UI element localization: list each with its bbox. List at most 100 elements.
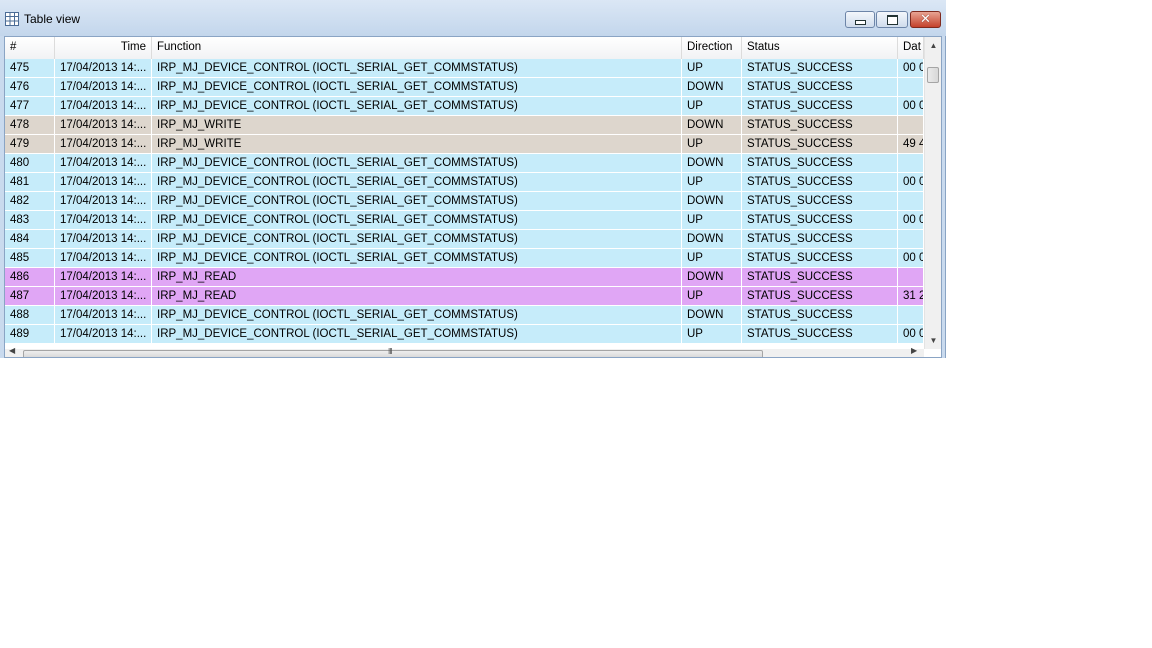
- cell-function: IRP_MJ_WRITE: [152, 116, 682, 134]
- maximize-button[interactable]: [876, 11, 908, 28]
- cell-data: [898, 78, 924, 96]
- table-row[interactable]: 488 17/04/2013 14:... IRP_MJ_DEVICE_CONTRO…: [5, 306, 924, 325]
- cell-status: STATUS_SUCCESS: [742, 173, 898, 191]
- window-title: Table view: [24, 12, 81, 26]
- cell-status: STATUS_SUCCESS: [742, 116, 898, 134]
- minimize-icon: [854, 20, 866, 25]
- cell-direction: UP: [682, 173, 742, 191]
- cell-status: STATUS_SUCCESS: [742, 192, 898, 210]
- column-header-direction[interactable]: Direction: [682, 37, 742, 59]
- cell-data: [898, 268, 924, 286]
- cell-function: IRP_MJ_DEVICE_CONTROL (IOCTL_SERIAL_GET_…: [152, 154, 682, 172]
- cell-time: 17/04/2013 14:...: [55, 78, 152, 96]
- table-row[interactable]: 486 17/04/2013 14:... IRP_MJ_READ DOWN STATU…: [5, 268, 924, 287]
- cell-number: 478: [5, 116, 55, 134]
- close-button[interactable]: ✕: [910, 11, 941, 28]
- cell-data: 00 0: [898, 211, 924, 229]
- cell-number: 489: [5, 325, 55, 343]
- cell-time: 17/04/2013 14:...: [55, 268, 152, 286]
- table-row[interactable]: 489 17/04/2013 14:... IRP_MJ_DEVICE_CONTRO…: [5, 325, 924, 344]
- horizontal-scroll-thumb[interactable]: III: [23, 347, 763, 357]
- cell-function: IRP_MJ_DEVICE_CONTROL (IOCTL_SERIAL_GET_…: [152, 249, 682, 267]
- scroll-right-icon[interactable]: ▶: [911, 346, 917, 355]
- cell-number: 475: [5, 59, 55, 77]
- cell-function: IRP_MJ_DEVICE_CONTROL (IOCTL_SERIAL_GET_…: [152, 192, 682, 210]
- cell-number: 483: [5, 211, 55, 229]
- table-row[interactable]: 481 17/04/2013 14:... IRP_MJ_DEVICE_CONTRO…: [5, 173, 924, 192]
- cell-number: 479: [5, 135, 55, 153]
- table-row[interactable]: 479 17/04/2013 14:... IRP_MJ_WRITE UP STATUS…: [5, 135, 924, 154]
- cell-status: STATUS_SUCCESS: [742, 287, 898, 305]
- table-row[interactable]: 477 17/04/2013 14:... IRP_MJ_DEVICE_CONTRO…: [5, 97, 924, 116]
- cell-data: 00 0: [898, 325, 924, 343]
- title-bar[interactable]: Table view ✕: [0, 0, 946, 36]
- cell-direction: DOWN: [682, 230, 742, 248]
- cell-function: IRP_MJ_DEVICE_CONTROL (IOCTL_SERIAL_GET_…: [152, 97, 682, 115]
- cell-function: IRP_MJ_DEVICE_CONTROL (IOCTL_SERIAL_GET_…: [152, 230, 682, 248]
- cell-number: 480: [5, 154, 55, 172]
- column-header-status[interactable]: Status: [742, 37, 898, 59]
- cell-data: [898, 230, 924, 248]
- cell-time: 17/04/2013 14:...: [55, 249, 152, 267]
- grip-icon: III: [388, 347, 393, 356]
- cell-time: 17/04/2013 14:...: [55, 116, 152, 134]
- table-row[interactable]: 487 17/04/2013 14:... IRP_MJ_READ UP STATUS_…: [5, 287, 924, 306]
- table-row[interactable]: 478 17/04/2013 14:... IRP_MJ_WRITE DOWN STAT…: [5, 116, 924, 135]
- cell-direction: UP: [682, 211, 742, 229]
- cell-status: STATUS_SUCCESS: [742, 268, 898, 286]
- cell-status: STATUS_SUCCESS: [742, 230, 898, 248]
- cell-number: 477: [5, 97, 55, 115]
- maximize-icon: [886, 14, 898, 25]
- scroll-down-icon[interactable]: ▼: [925, 332, 941, 349]
- cell-time: 17/04/2013 14:...: [55, 325, 152, 343]
- cell-time: 17/04/2013 14:...: [55, 173, 152, 191]
- cell-number: 476: [5, 78, 55, 96]
- table-row[interactable]: 484 17/04/2013 14:... IRP_MJ_DEVICE_CONTRO…: [5, 230, 924, 249]
- cell-direction: DOWN: [682, 268, 742, 286]
- table-row[interactable]: 480 17/04/2013 14:... IRP_MJ_DEVICE_CONTRO…: [5, 154, 924, 173]
- vertical-scrollbar[interactable]: ▲ ▼: [924, 37, 941, 349]
- scroll-left-icon[interactable]: ◀: [9, 346, 15, 355]
- column-header-data[interactable]: Dat: [898, 37, 924, 59]
- cell-function: IRP_MJ_READ: [152, 268, 682, 286]
- table-row[interactable]: 482 17/04/2013 14:... IRP_MJ_DEVICE_CONTRO…: [5, 192, 924, 211]
- cell-status: STATUS_SUCCESS: [742, 78, 898, 96]
- cell-status: STATUS_SUCCESS: [742, 154, 898, 172]
- table-icon: [5, 12, 19, 26]
- column-header-number[interactable]: #: [5, 37, 55, 59]
- cell-function: IRP_MJ_READ: [152, 287, 682, 305]
- cell-data: 49 4: [898, 135, 924, 153]
- cell-time: 17/04/2013 14:...: [55, 287, 152, 305]
- cell-status: STATUS_SUCCESS: [742, 306, 898, 324]
- cell-direction: DOWN: [682, 154, 742, 172]
- column-header-time[interactable]: Time: [55, 37, 152, 59]
- table-row[interactable]: 485 17/04/2013 14:... IRP_MJ_DEVICE_CONTRO…: [5, 249, 924, 268]
- table-row[interactable]: 483 17/04/2013 14:... IRP_MJ_DEVICE_CONTRO…: [5, 211, 924, 230]
- cell-function: IRP_MJ_DEVICE_CONTROL (IOCTL_SERIAL_GET_…: [152, 211, 682, 229]
- column-header-function[interactable]: Function: [152, 37, 682, 59]
- table-row[interactable]: 476 17/04/2013 14:... IRP_MJ_DEVICE_CONTRO…: [5, 78, 924, 97]
- scroll-up-icon[interactable]: ▲: [925, 37, 941, 54]
- cell-direction: UP: [682, 135, 742, 153]
- cell-direction: UP: [682, 59, 742, 77]
- vertical-scroll-thumb[interactable]: [927, 67, 939, 83]
- table-row[interactable]: 475 17/04/2013 14:... IRP_MJ_DEVICE_CONTRO…: [5, 59, 924, 78]
- cell-data: [898, 306, 924, 324]
- cell-status: STATUS_SUCCESS: [742, 97, 898, 115]
- cell-function: IRP_MJ_DEVICE_CONTROL (IOCTL_SERIAL_GET_…: [152, 78, 682, 96]
- cell-number: 488: [5, 306, 55, 324]
- horizontal-scrollbar[interactable]: ◀ III ▶: [5, 346, 924, 357]
- cell-direction: UP: [682, 325, 742, 343]
- table-client-area: # Time Function Direction Status Dat 475…: [4, 36, 942, 358]
- cell-time: 17/04/2013 14:...: [55, 306, 152, 324]
- cell-number: 487: [5, 287, 55, 305]
- column-header-row: # Time Function Direction Status Dat: [5, 37, 924, 60]
- table-view-window: Table view ✕ # Time Function Direction S…: [0, 0, 946, 358]
- cell-function: IRP_MJ_WRITE: [152, 135, 682, 153]
- cell-data: 31 2: [898, 287, 924, 305]
- cell-function: IRP_MJ_DEVICE_CONTROL (IOCTL_SERIAL_GET_…: [152, 306, 682, 324]
- cell-data: 00 0: [898, 97, 924, 115]
- cell-data: 00 0: [898, 173, 924, 191]
- minimize-button[interactable]: [845, 11, 875, 28]
- cell-data: [898, 154, 924, 172]
